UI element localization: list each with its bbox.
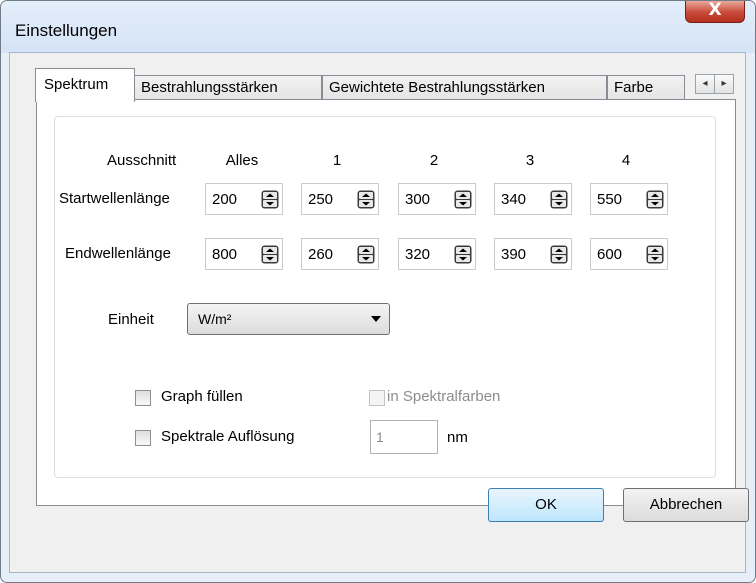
- graph-fuellen-checkbox[interactable]: [135, 390, 151, 406]
- tab-gewichtete-bestrahlungsstaerken[interactable]: Gewichtete Bestrahlungsstärken: [322, 75, 607, 101]
- ok-button[interactable]: OK: [488, 488, 604, 522]
- start-wavelength-3-spinbox[interactable]: 340: [494, 183, 572, 215]
- tab-spektrum[interactable]: Spektrum: [35, 68, 135, 102]
- end-wavelength-alles-spinbox[interactable]: 800: [205, 238, 283, 270]
- close-icon: X: [708, 0, 722, 20]
- spin-updown-icon[interactable]: [261, 190, 279, 209]
- tab-bestrahlungsstaerken[interactable]: Bestrahlungsstärken: [134, 75, 322, 101]
- spinbox-value[interactable]: 390: [501, 246, 526, 263]
- end-wavelength-2-spinbox[interactable]: 320: [398, 238, 476, 270]
- spektralfarben-label: in Spektralfarben: [387, 388, 501, 405]
- spinbox-value[interactable]: 550: [597, 191, 622, 208]
- einheit-label: Einheit: [108, 311, 154, 328]
- end-wavelength-4-spinbox[interactable]: 600: [590, 238, 668, 270]
- spin-updown-icon[interactable]: [550, 190, 568, 209]
- spinbox-value[interactable]: 800: [212, 246, 237, 263]
- spinbox-value[interactable]: 340: [501, 191, 526, 208]
- spin-updown-icon[interactable]: [646, 245, 664, 264]
- spin-updown-icon[interactable]: [357, 245, 375, 264]
- end-wavelength-1-spinbox[interactable]: 260: [301, 238, 379, 270]
- resolution-input: 1: [370, 420, 438, 454]
- column-header-1: 1: [332, 152, 342, 169]
- resolution-unit-label: nm: [447, 429, 468, 446]
- start-wavelength-alles-spinbox[interactable]: 200: [205, 183, 283, 215]
- settings-dialog: Einstellungen X Bestrahlungsstärken Gewi…: [0, 0, 756, 583]
- unit-dropdown-value[interactable]: W/m²: [198, 311, 231, 327]
- column-header-4: 4: [621, 152, 631, 169]
- column-header-3: 3: [525, 152, 535, 169]
- spin-updown-icon[interactable]: [646, 190, 664, 209]
- unit-dropdown[interactable]: W/m²: [187, 303, 390, 335]
- ausschnitt-label: Ausschnitt: [107, 152, 177, 169]
- spektrale-aufloesung-label[interactable]: Spektrale Auflösung: [161, 428, 294, 445]
- start-wavelength-2-spinbox[interactable]: 300: [398, 183, 476, 215]
- spin-updown-icon[interactable]: [454, 245, 472, 264]
- spin-updown-icon[interactable]: [261, 245, 279, 264]
- resolution-input-value: 1: [376, 429, 384, 445]
- spin-updown-icon[interactable]: [550, 245, 568, 264]
- startwellenlaenge-label: Startwellenlänge: [59, 190, 170, 207]
- tab-scroll-buttons: ◂ ▸: [695, 74, 734, 94]
- spinbox-value[interactable]: 260: [308, 246, 333, 263]
- column-header-2: 2: [429, 152, 439, 169]
- tab-farbe[interactable]: Farbe: [607, 75, 685, 101]
- spin-updown-icon[interactable]: [454, 190, 472, 209]
- end-wavelength-3-spinbox[interactable]: 390: [494, 238, 572, 270]
- tab-scroll-left-icon[interactable]: ◂: [695, 74, 715, 94]
- close-button[interactable]: X: [685, 1, 745, 23]
- graph-fuellen-label[interactable]: Graph füllen: [161, 388, 243, 405]
- spinbox-value[interactable]: 200: [212, 191, 237, 208]
- spinbox-value[interactable]: 600: [597, 246, 622, 263]
- chevron-down-icon[interactable]: [371, 316, 381, 322]
- spektrale-aufloesung-checkbox[interactable]: [135, 430, 151, 446]
- title-bar[interactable]: Einstellungen X: [1, 1, 755, 53]
- start-wavelength-4-spinbox[interactable]: 550: [590, 183, 668, 215]
- endwellenlaenge-label: Endwellenlänge: [65, 245, 171, 262]
- tab-scroll-right-icon[interactable]: ▸: [714, 74, 734, 94]
- spin-updown-icon[interactable]: [357, 190, 375, 209]
- spinbox-value[interactable]: 320: [405, 246, 430, 263]
- start-wavelength-1-spinbox[interactable]: 250: [301, 183, 379, 215]
- spinbox-value[interactable]: 250: [308, 191, 333, 208]
- spektralfarben-checkbox: [369, 390, 385, 406]
- dialog-title: Einstellungen: [15, 21, 118, 40]
- cancel-button[interactable]: Abbrechen: [623, 488, 749, 522]
- column-header-alles: Alles: [225, 152, 259, 169]
- spinbox-value[interactable]: 300: [405, 191, 430, 208]
